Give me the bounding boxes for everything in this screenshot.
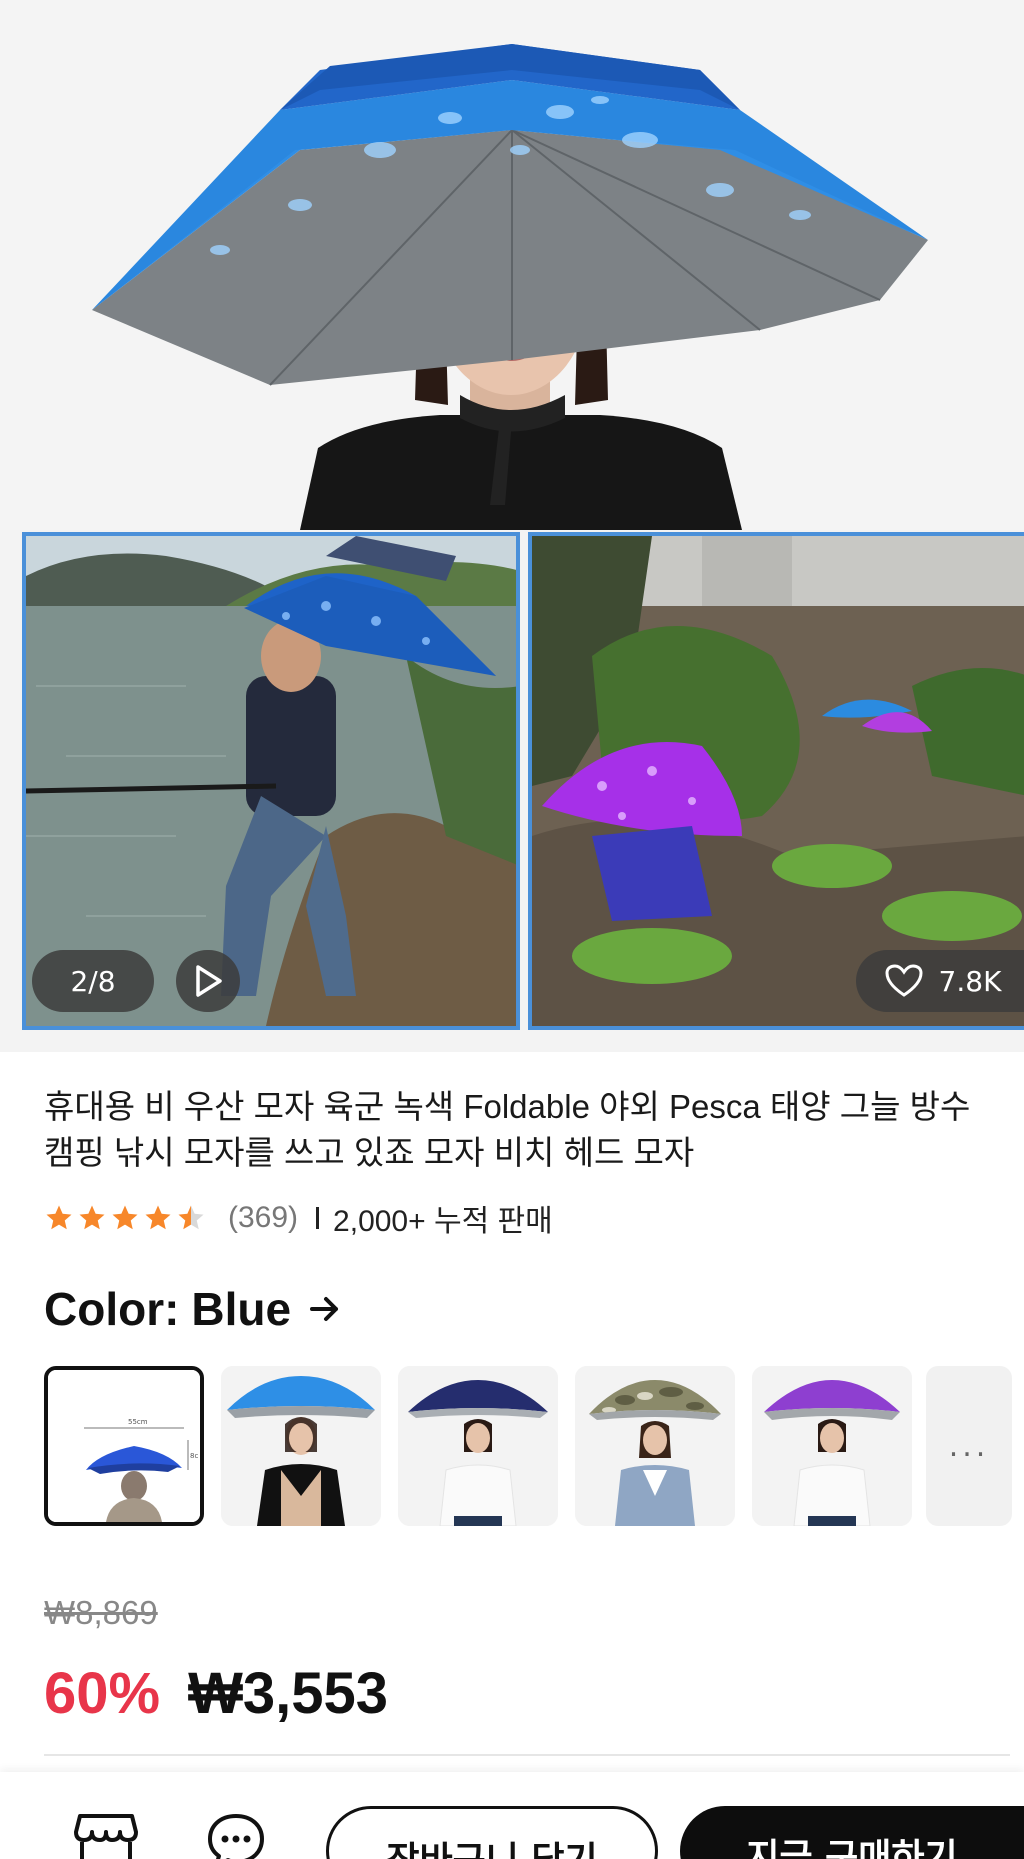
size-height-label: 8c <box>190 1452 198 1460</box>
section-divider <box>44 1754 1010 1756</box>
star-icon <box>145 1205 171 1230</box>
color-label: Color: <box>44 1283 180 1335</box>
original-price: ₩8,869 <box>44 1594 158 1631</box>
selected-color: Blue <box>191 1283 292 1335</box>
heart-icon <box>885 964 923 997</box>
color-option-blue[interactable]: 55cm 8c <box>44 1366 204 1526</box>
color-option-navy[interactable] <box>398 1366 558 1526</box>
star-rating <box>44 1203 206 1233</box>
product-title: 휴대용 비 우산 모자 육군 녹색 Foldable 야외 Pesca 태양 그… <box>44 1088 971 1171</box>
bottom-action-bar: 장바구니 담기 지금 구매하기 <box>0 1772 1024 1859</box>
color-option-sky-blue[interactable] <box>221 1366 381 1526</box>
add-to-cart-button[interactable]: 장바구니 담기 <box>326 1806 658 1859</box>
product-gallery[interactable]: 2/8 7.8K <box>0 0 1024 1052</box>
store-button[interactable] <box>74 1812 138 1859</box>
arrow-right-icon <box>310 1297 339 1321</box>
size-width-label: 55cm <box>128 1418 148 1426</box>
color-option-purple[interactable] <box>752 1366 912 1526</box>
sold-count: 2,000+ 누적 판매 <box>333 1205 553 1238</box>
color-options: 55cm 8c ... <box>44 1366 1024 1526</box>
image-counter: 2/8 <box>32 950 154 1012</box>
chat-icon <box>208 1814 264 1859</box>
wishlist-button[interactable]: 7.8K <box>856 950 1024 1012</box>
half-star-icon <box>178 1205 204 1230</box>
more-colors-button[interactable]: ... <box>926 1366 1012 1526</box>
review-count[interactable]: (369) <box>228 1201 298 1235</box>
wishlist-count: 7.8K <box>938 964 1002 998</box>
star-icon <box>112 1205 138 1230</box>
buy-now-button[interactable]: 지금 구매하기 <box>680 1806 1024 1859</box>
main-product-image <box>0 0 1024 530</box>
more-icon: ... <box>948 1428 990 1464</box>
current-price: ₩3,553 <box>188 1660 388 1726</box>
color-selector-header[interactable]: Color: Blue <box>44 1280 341 1338</box>
discount-badge: 60% <box>44 1660 161 1726</box>
store-icon <box>74 1814 138 1859</box>
play-video-button[interactable] <box>176 950 240 1012</box>
chat-button[interactable] <box>206 1812 266 1859</box>
color-option-camouflage[interactable] <box>575 1366 735 1526</box>
price-row: 60% ₩3,553 <box>44 1658 388 1728</box>
rating-row[interactable]: (369) 2,000+ 누적 판매 <box>44 1196 553 1240</box>
play-icon <box>196 965 222 997</box>
divider <box>316 1207 320 1229</box>
star-icon <box>79 1205 105 1230</box>
star-icon <box>46 1205 72 1230</box>
